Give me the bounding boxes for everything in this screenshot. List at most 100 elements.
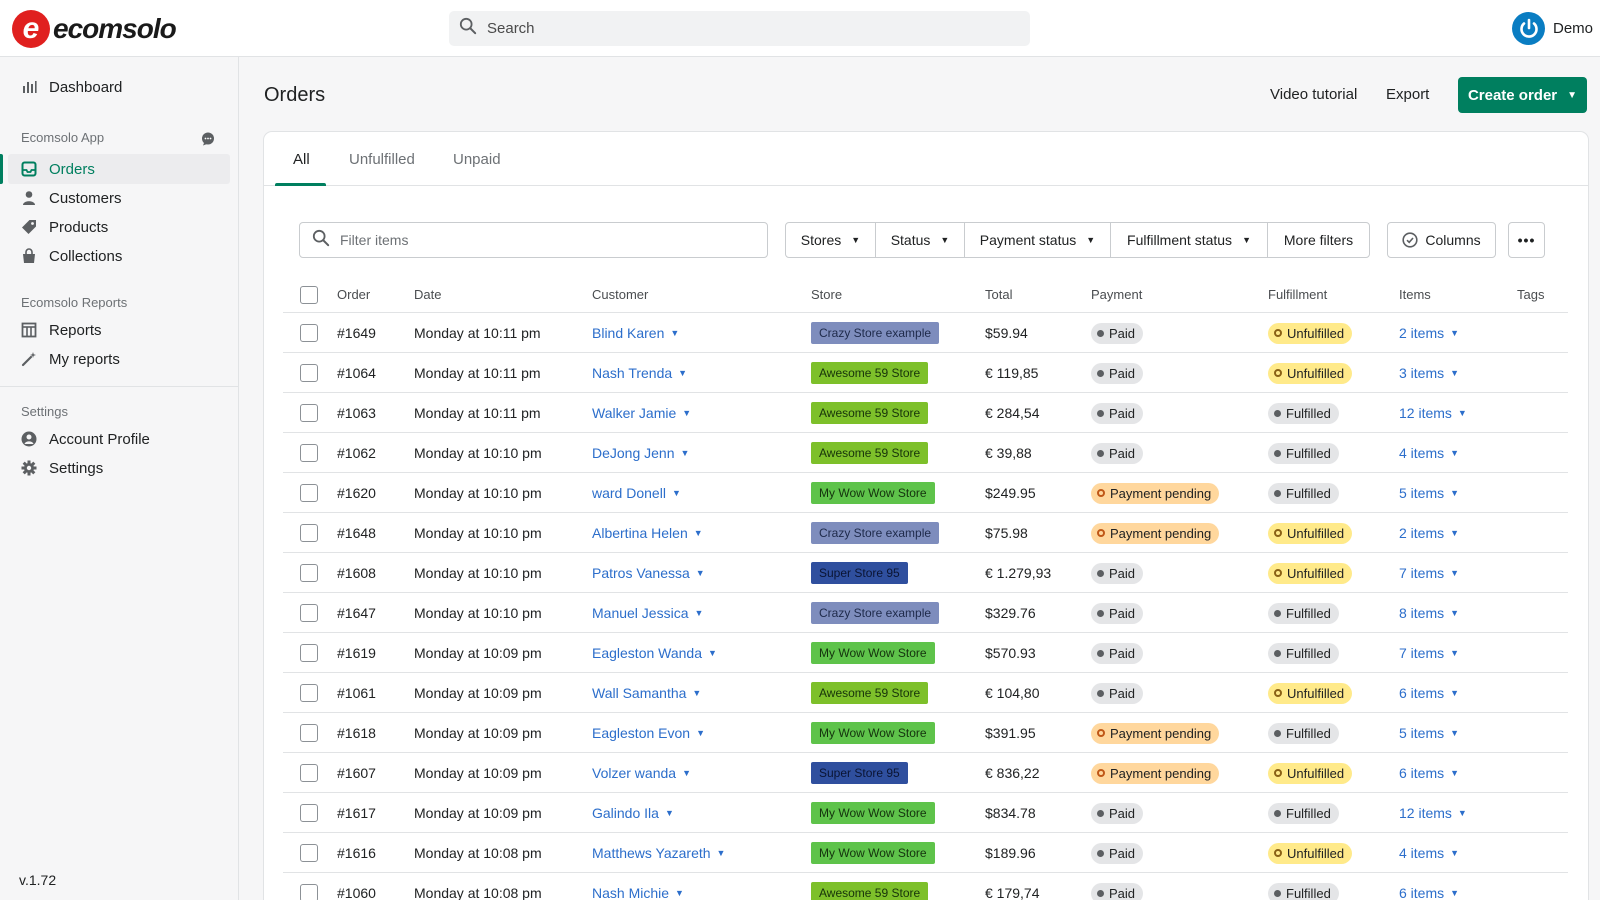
items-dropdown[interactable]: 8 items ▼ bbox=[1399, 593, 1459, 633]
order-number[interactable]: #1620 bbox=[337, 473, 376, 513]
row-checkbox[interactable] bbox=[300, 844, 318, 862]
column-header-customer[interactable]: Customer bbox=[592, 276, 648, 313]
sidebar-item-reports[interactable]: Reports bbox=[8, 315, 230, 345]
items-dropdown[interactable]: 3 items ▼ bbox=[1399, 353, 1459, 393]
row-checkbox[interactable] bbox=[300, 804, 318, 822]
row-checkbox[interactable] bbox=[300, 684, 318, 702]
order-number[interactable]: #1619 bbox=[337, 633, 376, 673]
column-header-total[interactable]: Total bbox=[985, 276, 1012, 313]
table-row[interactable]: #1649 Monday at 10:11 pm Blind Karen ▼ Crazy… bbox=[283, 313, 1568, 353]
search-bar[interactable] bbox=[449, 11, 1030, 46]
items-dropdown[interactable]: 2 items ▼ bbox=[1399, 513, 1459, 553]
order-number[interactable]: #1062 bbox=[337, 433, 376, 473]
sidebar-item-settings[interactable]: Settings bbox=[8, 453, 230, 483]
table-row[interactable]: #1617 Monday at 10:09 pm Galindo Ila ▼ My Wo… bbox=[283, 793, 1568, 833]
row-checkbox[interactable] bbox=[300, 364, 318, 382]
filter-bar[interactable] bbox=[299, 222, 768, 258]
column-header-items[interactable]: Items bbox=[1399, 276, 1431, 313]
row-checkbox[interactable] bbox=[300, 484, 318, 502]
table-row[interactable]: #1060 Monday at 10:08 pm Nash Michie ▼ Aweso… bbox=[283, 873, 1568, 900]
items-dropdown[interactable]: 6 items ▼ bbox=[1399, 753, 1459, 793]
order-number[interactable]: #1617 bbox=[337, 793, 376, 833]
order-number[interactable]: #1064 bbox=[337, 353, 376, 393]
customer-link[interactable]: Nash Michie ▼ bbox=[592, 873, 684, 900]
table-row[interactable]: #1061 Monday at 10:09 pm Wall Samantha ▼ Awe… bbox=[283, 673, 1568, 713]
sidebar-item-orders[interactable]: Orders bbox=[8, 154, 230, 184]
order-number[interactable]: #1647 bbox=[337, 593, 376, 633]
export-button[interactable]: Export bbox=[1386, 86, 1429, 103]
sidebar-item-collections[interactable]: Collections bbox=[8, 241, 230, 271]
row-checkbox[interactable] bbox=[300, 404, 318, 422]
select-all-checkbox[interactable] bbox=[300, 285, 318, 304]
items-dropdown[interactable]: 5 items ▼ bbox=[1399, 713, 1459, 753]
items-dropdown[interactable]: 4 items ▼ bbox=[1399, 833, 1459, 873]
column-header-store[interactable]: Store bbox=[811, 276, 842, 313]
search-input[interactable] bbox=[487, 20, 987, 37]
row-checkbox[interactable] bbox=[300, 764, 318, 782]
table-row[interactable]: #1064 Monday at 10:11 pm Nash Trenda ▼ Aweso… bbox=[283, 353, 1568, 393]
status-filter-button[interactable]: Status ▼ bbox=[875, 222, 965, 258]
table-row[interactable]: #1648 Monday at 10:10 pm Albertina Helen ▼ C… bbox=[283, 513, 1568, 553]
tab-unfulfilled[interactable]: Unfulfilled bbox=[349, 132, 415, 186]
customer-link[interactable]: Volzer wanda ▼ bbox=[592, 753, 691, 793]
table-row[interactable]: #1616 Monday at 10:08 pm Matthews Yazareth… bbox=[283, 833, 1568, 873]
customer-link[interactable]: Nash Trenda ▼ bbox=[592, 353, 687, 393]
order-number[interactable]: #1060 bbox=[337, 873, 376, 900]
customer-link[interactable]: Eagleston Wanda ▼ bbox=[592, 633, 717, 673]
logo[interactable]: e ecomsolo bbox=[12, 10, 177, 48]
table-row[interactable]: #1062 Monday at 10:10 pm DeJong Jenn ▼ Aweso… bbox=[283, 433, 1568, 473]
table-row[interactable]: #1608 Monday at 10:10 pm Patros Vanessa ▼ Su… bbox=[283, 553, 1568, 593]
customer-link[interactable]: ward Donell ▼ bbox=[592, 473, 681, 513]
column-header-date[interactable]: Date bbox=[414, 276, 441, 313]
row-checkbox[interactable] bbox=[300, 564, 318, 582]
payment-status-filter-button[interactable]: Payment status ▼ bbox=[964, 222, 1111, 258]
customer-link[interactable]: Eagleston Evon ▼ bbox=[592, 713, 705, 753]
customer-link[interactable]: Manuel Jessica ▼ bbox=[592, 593, 703, 633]
order-number[interactable]: #1648 bbox=[337, 513, 376, 553]
row-checkbox[interactable] bbox=[300, 884, 318, 900]
tab-unpaid[interactable]: Unpaid bbox=[453, 132, 501, 186]
column-header-fulfillment[interactable]: Fulfillment bbox=[1268, 276, 1327, 313]
customer-link[interactable]: Galindo Ila ▼ bbox=[592, 793, 674, 833]
order-number[interactable]: #1063 bbox=[337, 393, 376, 433]
table-row[interactable]: #1063 Monday at 10:11 pm Walker Jamie ▼ Awes… bbox=[283, 393, 1568, 433]
items-dropdown[interactable]: 12 items ▼ bbox=[1399, 393, 1467, 433]
items-dropdown[interactable]: 12 items ▼ bbox=[1399, 793, 1467, 833]
items-dropdown[interactable]: 5 items ▼ bbox=[1399, 473, 1459, 513]
column-header-order[interactable]: Order bbox=[337, 276, 370, 313]
row-checkbox[interactable] bbox=[300, 604, 318, 622]
row-checkbox[interactable] bbox=[300, 724, 318, 742]
customer-link[interactable]: Albertina Helen ▼ bbox=[592, 513, 703, 553]
table-row[interactable]: #1620 Monday at 10:10 pm ward Donell ▼ My Wo… bbox=[283, 473, 1568, 513]
order-number[interactable]: #1649 bbox=[337, 313, 376, 353]
column-header-tags[interactable]: Tags bbox=[1517, 276, 1544, 313]
stores-filter-button[interactable]: Stores ▼ bbox=[785, 222, 876, 258]
video-tutorial-button[interactable]: Video tutorial bbox=[1270, 86, 1357, 103]
table-row[interactable]: #1619 Monday at 10:09 pm Eagleston Wanda ▼ M… bbox=[283, 633, 1568, 673]
items-dropdown[interactable]: 7 items ▼ bbox=[1399, 553, 1459, 593]
more-filters-button[interactable]: More filters bbox=[1267, 222, 1370, 258]
columns-button[interactable]: Columns bbox=[1387, 222, 1496, 258]
items-dropdown[interactable]: 4 items ▼ bbox=[1399, 433, 1459, 473]
items-dropdown[interactable]: 7 items ▼ bbox=[1399, 633, 1459, 673]
items-dropdown[interactable]: 2 items ▼ bbox=[1399, 313, 1459, 353]
sidebar-item-my-reports[interactable]: My reports bbox=[8, 344, 230, 374]
order-number[interactable]: #1618 bbox=[337, 713, 376, 753]
fulfillment-status-filter-button[interactable]: Fulfillment status ▼ bbox=[1110, 222, 1268, 258]
user-menu[interactable]: Demo bbox=[1512, 11, 1593, 46]
items-dropdown[interactable]: 6 items ▼ bbox=[1399, 673, 1459, 713]
row-checkbox[interactable] bbox=[300, 324, 318, 342]
order-number[interactable]: #1616 bbox=[337, 833, 376, 873]
order-number[interactable]: #1607 bbox=[337, 753, 376, 793]
create-order-button[interactable]: Create order ▼ bbox=[1458, 77, 1587, 113]
customer-link[interactable]: DeJong Jenn ▼ bbox=[592, 433, 689, 473]
filter-input[interactable] bbox=[340, 232, 760, 248]
chat-icon[interactable] bbox=[201, 132, 215, 146]
customer-link[interactable]: Wall Samantha ▼ bbox=[592, 673, 701, 713]
customer-link[interactable]: Matthews Yazareth ▼ bbox=[592, 833, 725, 873]
table-row[interactable]: #1618 Monday at 10:09 pm Eagleston Evon ▼ My… bbox=[283, 713, 1568, 753]
row-checkbox[interactable] bbox=[300, 444, 318, 462]
customer-link[interactable]: Walker Jamie ▼ bbox=[592, 393, 691, 433]
tab-all[interactable]: All bbox=[293, 132, 310, 186]
sidebar-item-dashboard[interactable]: Dashboard bbox=[8, 72, 230, 102]
